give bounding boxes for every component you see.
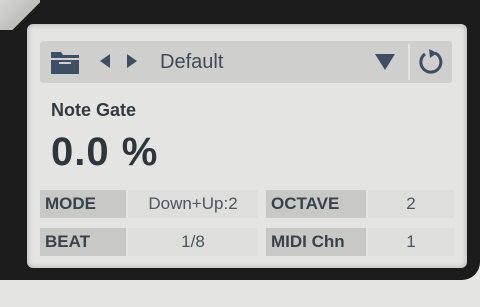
parameter-label: Note Gate (51, 100, 137, 120)
reset-icon[interactable] (417, 47, 445, 77)
bottom-surface (0, 280, 480, 307)
mode-value[interactable]: Down+Up:2 (128, 190, 258, 218)
display-screen: Default Note Gate 0.0 % MODE Down+Up:2 O… (27, 24, 467, 268)
octave-value[interactable]: 2 (368, 190, 454, 218)
preset-name[interactable]: Default (160, 50, 223, 74)
parameter-value[interactable]: 0.0 % (51, 130, 158, 175)
settings-row-1: MODE Down+Up:2 OCTAVE 2 (40, 190, 454, 218)
folder-icon[interactable] (50, 49, 80, 75)
dropdown-icon[interactable] (374, 53, 396, 71)
arrow-left-icon[interactable] (99, 53, 111, 69)
mode-label: MODE (40, 190, 126, 218)
arrow-right-icon[interactable] (126, 53, 138, 69)
preset-toolbar: Default (40, 41, 452, 83)
octave-label: OCTAVE (266, 190, 366, 218)
toolbar-divider (408, 44, 410, 80)
device-bezel: Default Note Gate 0.0 % MODE Down+Up:2 O… (0, 0, 480, 280)
settings-row-2: BEAT 1/8 MIDI Chn 1 (40, 228, 454, 256)
beat-value[interactable]: 1/8 (128, 228, 258, 256)
midi-channel-value[interactable]: 1 (368, 228, 454, 256)
beat-label: BEAT (40, 228, 126, 256)
midi-channel-label: MIDI Chn (266, 228, 366, 256)
